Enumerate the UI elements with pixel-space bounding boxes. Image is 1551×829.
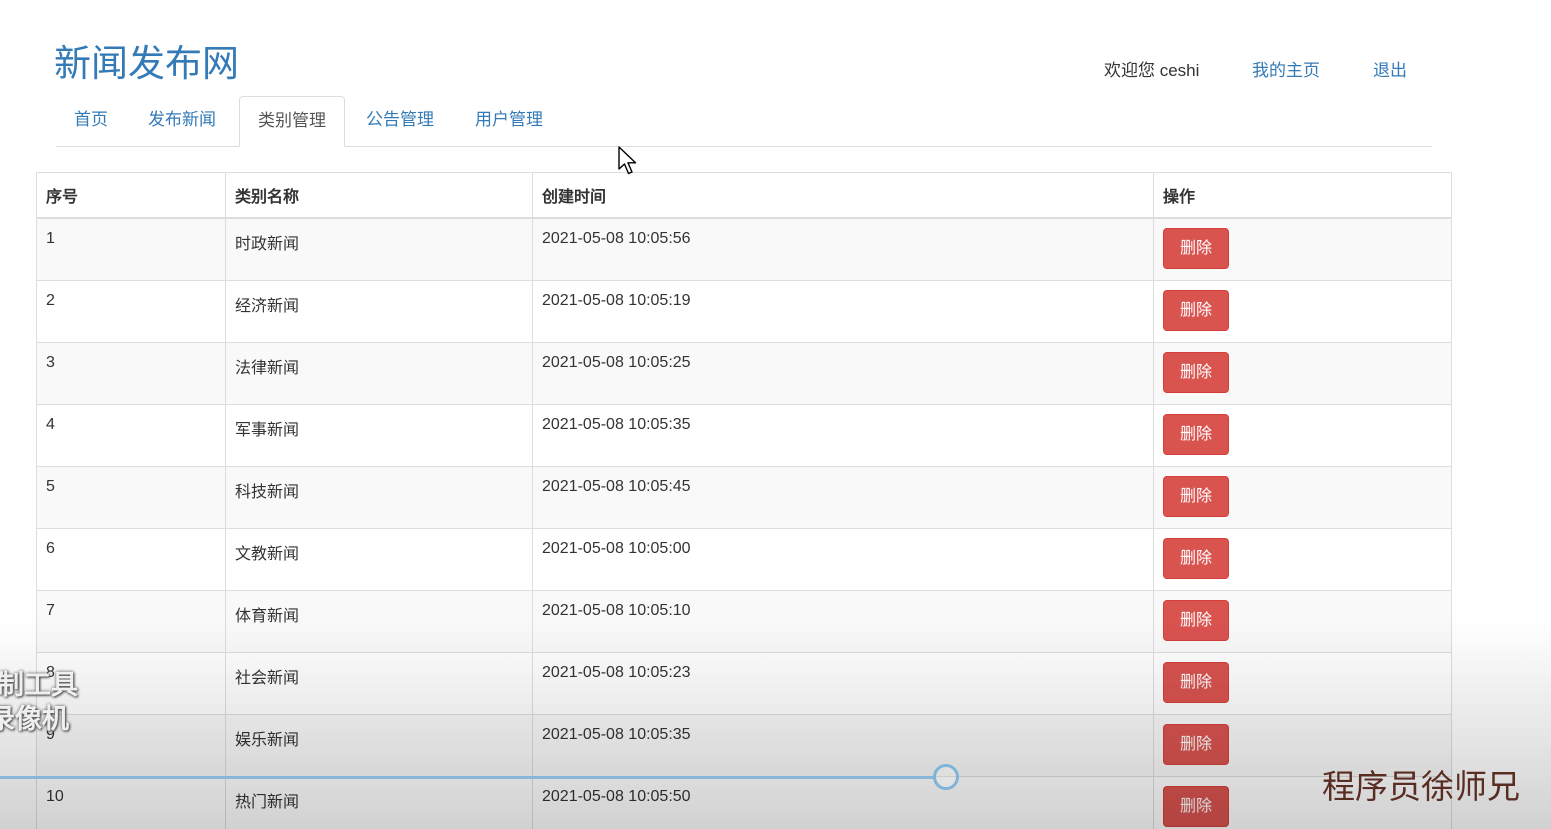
table-row: 2 经济新闻 2021-05-08 10:05:19 删除 [36, 280, 1452, 343]
delete-button[interactable]: 删除 [1163, 662, 1229, 703]
header-created-time: 创建时间 [532, 172, 1154, 219]
cell-actions: 删除 [1153, 652, 1452, 715]
table-row: 1 时政新闻 2021-05-08 10:05:56 删除 [36, 217, 1452, 281]
table-row: 3 法律新闻 2021-05-08 10:05:25 删除 [36, 342, 1452, 405]
cell-index: 8 [36, 652, 226, 715]
cell-created-time: 2021-05-08 10:05:35 [532, 404, 1154, 467]
cell-created-time: 2021-05-08 10:05:10 [532, 590, 1154, 653]
header-category-name: 类别名称 [225, 172, 533, 219]
header-actions: 操作 [1153, 172, 1452, 219]
welcome-text: 欢迎您 ceshi [1104, 61, 1200, 80]
tab-announcement-management[interactable]: 公告管理 [348, 96, 452, 146]
cell-category-name: 法律新闻 [225, 342, 533, 405]
cell-category-name: 经济新闻 [225, 280, 533, 343]
cell-index: 9 [36, 714, 226, 777]
tab-user-management[interactable]: 用户管理 [457, 96, 561, 146]
cell-actions: 删除 [1153, 590, 1452, 653]
table-row: 8 社会新闻 2021-05-08 10:05:23 删除 [36, 652, 1452, 715]
cell-actions: 删除 [1153, 280, 1452, 343]
cell-index: 1 [36, 217, 226, 281]
cell-category-name: 社会新闻 [225, 652, 533, 715]
video-progress-bar[interactable] [0, 776, 936, 779]
cell-created-time: 2021-05-08 10:05:25 [532, 342, 1154, 405]
cell-index: 5 [36, 466, 226, 529]
table-row: 10 热门新闻 2021-05-08 10:05:50 删除 [36, 776, 1452, 829]
video-progress-knob[interactable] [933, 764, 959, 790]
cell-category-name: 科技新闻 [225, 466, 533, 529]
cell-index: 7 [36, 590, 226, 653]
page: 新闻发布网 欢迎您 ceshi 我的主页 退出 首页 发布新闻 类别管理 公告管… [0, 0, 1551, 829]
table-row: 9 娱乐新闻 2021-05-08 10:05:35 删除 [36, 714, 1452, 777]
delete-button[interactable]: 删除 [1163, 290, 1229, 331]
table-row: 6 文教新闻 2021-05-08 10:05:00 删除 [36, 528, 1452, 591]
delete-button[interactable]: 删除 [1163, 724, 1229, 765]
cell-category-name: 体育新闻 [225, 590, 533, 653]
cell-category-name: 军事新闻 [225, 404, 533, 467]
cell-created-time: 2021-05-08 10:05:50 [532, 776, 1154, 829]
table-row: 5 科技新闻 2021-05-08 10:05:45 删除 [36, 466, 1452, 529]
cell-created-time: 2021-05-08 10:05:35 [532, 714, 1154, 777]
header-index: 序号 [36, 172, 226, 219]
cell-actions: 删除 [1153, 217, 1452, 281]
my-home-link[interactable]: 我的主页 [1252, 60, 1320, 82]
cell-actions: 删除 [1153, 714, 1452, 777]
table-row: 7 体育新闻 2021-05-08 10:05:10 删除 [36, 590, 1452, 653]
cell-actions: 删除 [1153, 528, 1452, 591]
cell-category-name: 时政新闻 [225, 217, 533, 281]
category-table: 序号 类别名称 创建时间 操作 1 时政新闻 2021-05-08 10:05:56… [36, 172, 1452, 829]
cell-actions: 删除 [1153, 776, 1452, 829]
table-body: 1 时政新闻 2021-05-08 10:05:56 删除 2 经济新闻 2021-05-0… [36, 217, 1452, 829]
delete-button[interactable]: 删除 [1163, 538, 1229, 579]
cell-created-time: 2021-05-08 10:05:56 [532, 217, 1154, 281]
cell-created-time: 2021-05-08 10:05:19 [532, 280, 1154, 343]
cell-index: 3 [36, 342, 226, 405]
tab-category-management[interactable]: 类别管理 [239, 96, 345, 147]
delete-button[interactable]: 删除 [1163, 476, 1229, 517]
nav-tabs: 首页 发布新闻 类别管理 公告管理 用户管理 [56, 96, 1432, 147]
logout-link[interactable]: 退出 [1373, 60, 1407, 82]
delete-button[interactable]: 删除 [1163, 786, 1229, 827]
table-header-row: 序号 类别名称 创建时间 操作 [36, 172, 1452, 219]
cell-created-time: 2021-05-08 10:05:45 [532, 466, 1154, 529]
cell-category-name: 热门新闻 [225, 776, 533, 829]
tab-publish-news[interactable]: 发布新闻 [130, 96, 234, 146]
delete-button[interactable]: 删除 [1163, 600, 1229, 641]
cell-actions: 删除 [1153, 342, 1452, 405]
cell-index: 2 [36, 280, 226, 343]
cell-category-name: 娱乐新闻 [225, 714, 533, 777]
cell-actions: 删除 [1153, 404, 1452, 467]
tab-home[interactable]: 首页 [56, 96, 126, 146]
table-row: 4 军事新闻 2021-05-08 10:05:35 删除 [36, 404, 1452, 467]
delete-button[interactable]: 删除 [1163, 228, 1229, 269]
cell-actions: 删除 [1153, 466, 1452, 529]
category-table-container: 序号 类别名称 创建时间 操作 1 时政新闻 2021-05-08 10:05:56… [36, 172, 1452, 829]
cell-index: 6 [36, 528, 226, 591]
cell-created-time: 2021-05-08 10:05:00 [532, 528, 1154, 591]
site-title[interactable]: 新闻发布网 [54, 40, 239, 88]
cell-index: 10 [36, 776, 226, 829]
delete-button[interactable]: 删除 [1163, 352, 1229, 393]
cell-index: 4 [36, 404, 226, 467]
cell-category-name: 文教新闻 [225, 528, 533, 591]
delete-button[interactable]: 删除 [1163, 414, 1229, 455]
cell-created-time: 2021-05-08 10:05:23 [532, 652, 1154, 715]
